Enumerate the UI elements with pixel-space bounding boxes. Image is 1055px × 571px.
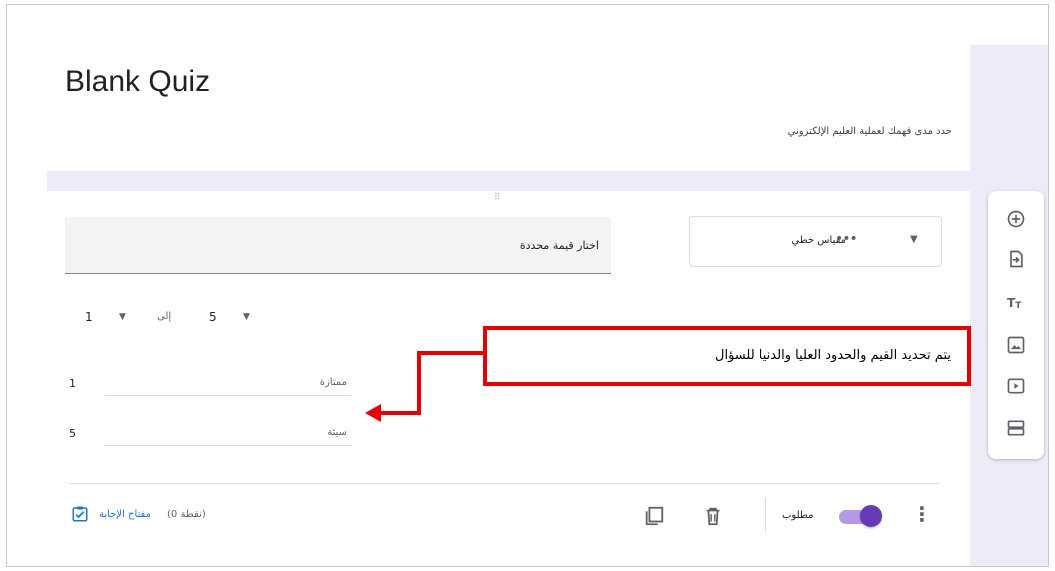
add-title-icon[interactable]: T T	[1006, 292, 1026, 312]
background-band	[47, 171, 977, 191]
points-label: (نقطة 0)	[167, 509, 206, 520]
drag-handle-icon[interactable]: ⠿	[494, 193, 502, 203]
linear-scale-icon: •••	[835, 231, 858, 247]
add-question-icon[interactable]	[1006, 209, 1026, 229]
more-options-icon[interactable]: ⋮	[912, 503, 932, 525]
required-toggle-knob[interactable]	[860, 505, 882, 527]
scale-max-number: 5	[69, 427, 76, 440]
range-min-value[interactable]: 1	[85, 310, 93, 324]
scale-min-label-text: ممتازة	[319, 377, 347, 388]
question-title-input[interactable]: اختار قيمة محددة	[65, 217, 611, 274]
range-max-chevron-icon[interactable]: ▼	[243, 312, 250, 322]
scale-max-label-text: سيئة	[327, 427, 347, 438]
range-to-label: إلى	[157, 311, 172, 322]
add-section-icon[interactable]	[1006, 418, 1026, 438]
scale-min-label-input[interactable]: ممتازة	[105, 373, 351, 396]
footer-divider	[69, 483, 941, 484]
add-video-icon[interactable]	[1006, 376, 1026, 396]
answer-key-icon[interactable]	[71, 505, 89, 523]
delete-icon[interactable]	[702, 505, 724, 527]
scale-min-number: 1	[69, 377, 76, 390]
form-description[interactable]: حدد مدى فهمك لعملية العليم الإلكتروني	[788, 126, 952, 137]
duplicate-icon[interactable]	[643, 505, 665, 527]
answer-key-link[interactable]: مفتاح الإجابة	[99, 509, 151, 520]
form-title[interactable]: Blank Quiz	[65, 65, 210, 99]
range-min-chevron-icon[interactable]: ▼	[119, 312, 126, 322]
annotation-callout: يتم تحديد القيم والحدود العليا والدنيا ل…	[483, 326, 971, 386]
import-questions-icon[interactable]	[1006, 249, 1026, 269]
question-title-text: اختار قيمة محددة	[519, 239, 599, 252]
page-frame: Blank Quiz حدد مدى فهمك لعملية العليم ال…	[6, 4, 1049, 567]
required-label: مطلوب	[782, 510, 814, 521]
svg-text:T: T	[1015, 300, 1022, 311]
callout-arrow	[365, 351, 483, 422]
chevron-down-icon: ▼	[910, 234, 918, 245]
range-max-value[interactable]: 5	[209, 310, 217, 324]
footer-separator	[765, 498, 766, 532]
add-image-icon[interactable]	[1006, 335, 1026, 355]
scale-max-label-input[interactable]: سيئة	[105, 423, 351, 446]
question-type-dropdown[interactable]: مقياس خطي ••• ▼	[689, 216, 942, 267]
annotation-callout-text: يتم تحديد القيم والحدود العليا والدنيا ل…	[715, 348, 951, 363]
